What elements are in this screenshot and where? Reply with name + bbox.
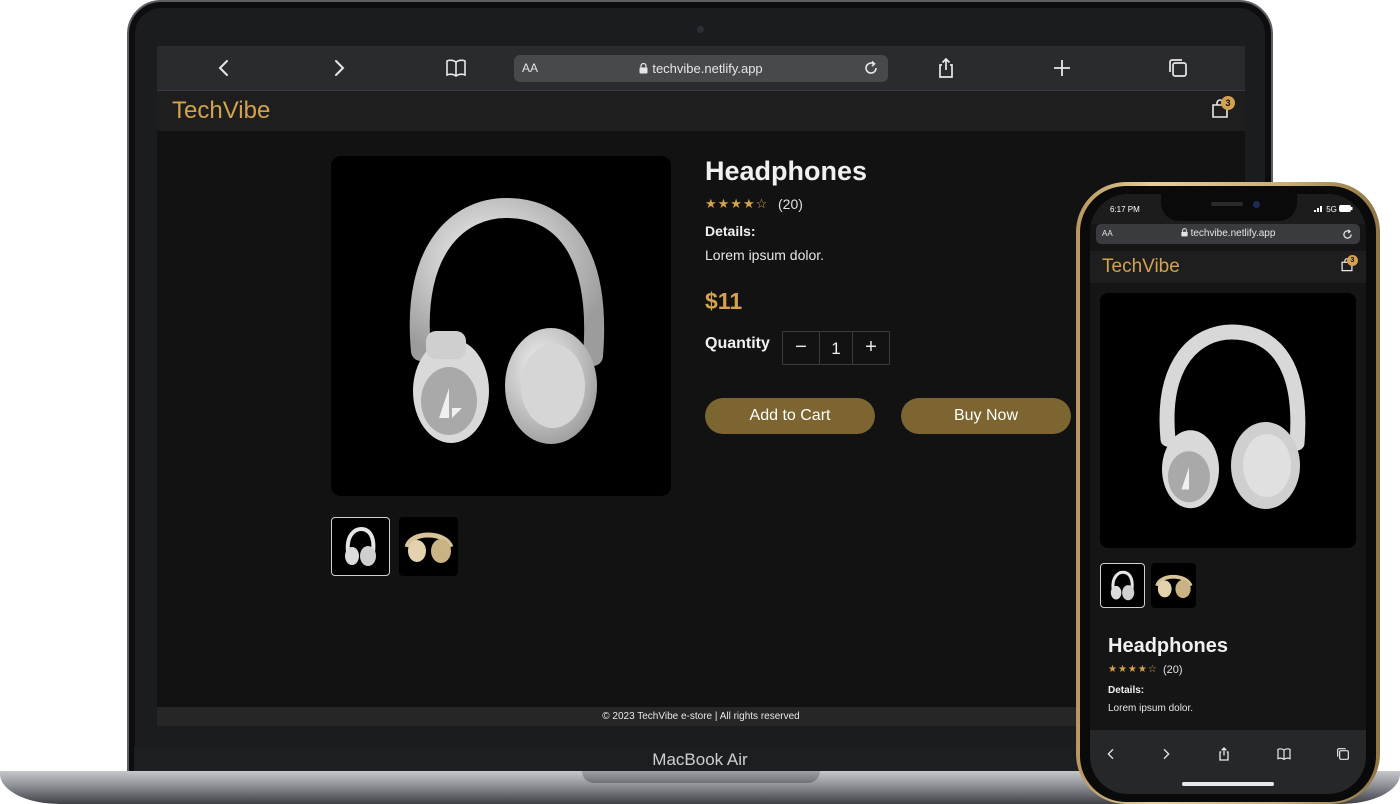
phone-white-thumbnail-image [1110, 570, 1135, 601]
phone-share-icon[interactable] [1214, 746, 1234, 767]
phone-brand-logo[interactable]: TechVibe [1102, 256, 1180, 278]
phone-bookmarks-icon[interactable] [1274, 746, 1294, 767]
forward-icon[interactable] [327, 56, 351, 80]
product-price: $11 [705, 288, 743, 314]
phone-product-title: Headphones [1108, 635, 1229, 657]
phone-product-image [1100, 293, 1356, 548]
quantity-label: Quantity [705, 335, 770, 352]
phone-details-label: Details: [1108, 685, 1145, 696]
review-count[interactable]: (20) [778, 196, 803, 212]
phone-url-value: techvibe.netlify.app [1190, 228, 1276, 239]
phone-back-icon[interactable] [1101, 746, 1121, 767]
device-label: MacBook Air [652, 750, 748, 769]
phone-lock-icon [1180, 228, 1188, 237]
share-icon[interactable] [934, 56, 958, 80]
quantity-stepper: − 1 + [782, 331, 890, 365]
bookmarks-icon[interactable] [444, 56, 468, 80]
reload-icon[interactable] [862, 57, 880, 82]
phone-headphones-image [1159, 324, 1306, 509]
rating-stars: ★★★★☆ [705, 196, 769, 211]
phone-rating-stars: ★★★★☆ [1108, 664, 1158, 675]
tabs-icon[interactable] [1166, 56, 1190, 80]
signal-indicator: 5G [1314, 205, 1353, 214]
beige-headphones-thumbnail-image [404, 532, 454, 563]
phone-url-text: techvibe.netlify.app [1096, 228, 1360, 239]
quantity-value[interactable]: 1 [819, 332, 853, 364]
new-tab-icon[interactable] [1050, 56, 1074, 80]
phone-cart-count-badge: 3 [1347, 255, 1358, 266]
browser-toolbar: AA techvibe.netlify.app [157, 46, 1245, 91]
cart-count-badge: 3 [1221, 96, 1235, 110]
url-text: techvibe.netlify.app [514, 61, 888, 76]
signal-bars-icon [1314, 206, 1322, 212]
battery-icon [1339, 205, 1353, 212]
phone-tabs-icon[interactable] [1333, 746, 1353, 767]
device-mockup: MacBook Air AA techvibe.netlify.app Tech… [0, 0, 1400, 804]
url-value: techvibe.netlify.app [652, 61, 763, 76]
status-time: 6:17 PM [1110, 205, 1140, 214]
white-headphones-thumbnail-image [345, 526, 376, 566]
network-type: 5G [1326, 205, 1337, 214]
phone-camera [1253, 201, 1260, 208]
site-header: TechVibe 3 [157, 91, 1245, 131]
phone-site-header: TechVibe 3 [1090, 251, 1366, 283]
increase-quantity-button[interactable]: + [853, 332, 889, 364]
product-title: Headphones [705, 156, 868, 186]
thumbnail-beige[interactable] [399, 517, 458, 576]
add-to-cart-button[interactable]: Add to Cart [705, 398, 875, 434]
phone-details-text: Lorem ipsum dolor. [1108, 703, 1194, 714]
phone-beige-thumbnail-image [1155, 574, 1193, 599]
lock-icon [639, 62, 648, 74]
details-text: Lorem ipsum dolor. [705, 247, 825, 263]
phone-address-bar[interactable]: AA techvibe.netlify.app [1096, 224, 1360, 244]
headphones-image [409, 197, 605, 444]
details-label: Details: [705, 223, 756, 239]
phone-review-count[interactable]: (20) [1163, 664, 1183, 676]
phone-thumbnail-white[interactable] [1100, 563, 1145, 608]
laptop-camera [697, 26, 704, 33]
thumbnail-white[interactable] [331, 517, 390, 576]
brand-logo[interactable]: TechVibe [172, 97, 270, 125]
product-main-image [331, 156, 671, 496]
phone-speaker [1211, 202, 1243, 206]
buy-now-button[interactable]: Buy Now [901, 398, 1071, 434]
decrease-quantity-button[interactable]: − [783, 332, 819, 364]
phone-reload-icon[interactable] [1341, 225, 1354, 244]
laptop-hinge-notch [582, 771, 820, 783]
address-bar[interactable]: AA techvibe.netlify.app [514, 55, 888, 82]
phone-forward-icon[interactable] [1156, 746, 1176, 767]
back-icon[interactable] [212, 56, 236, 80]
home-indicator[interactable] [1182, 782, 1274, 786]
phone-thumbnail-beige[interactable] [1151, 563, 1196, 608]
phone-screen: 6:17 PM 5G AA techvibe.netlify.app TechV… [1090, 194, 1366, 794]
phone-notch [1161, 194, 1297, 221]
